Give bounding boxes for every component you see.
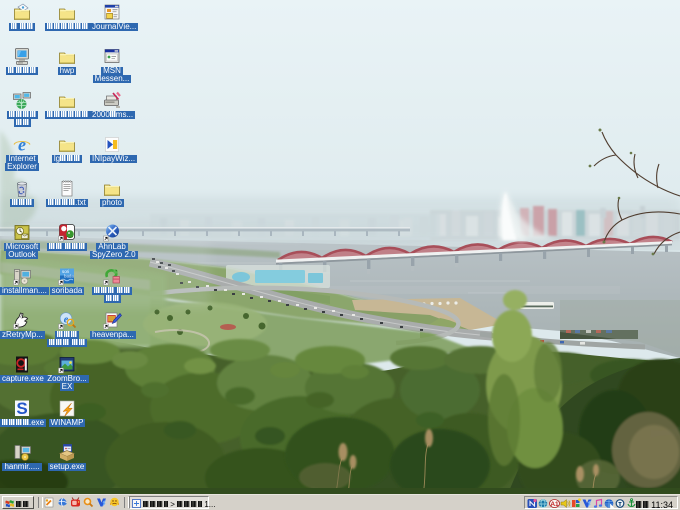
svg-text:bada: bada: [64, 274, 74, 279]
svg-text:A1: A1: [550, 501, 559, 508]
svg-text:S: S: [16, 399, 27, 418]
svg-text:e: e: [18, 135, 26, 154]
